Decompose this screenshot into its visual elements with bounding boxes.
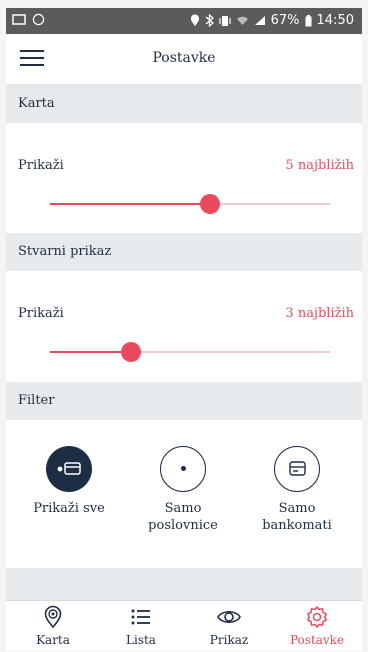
gear-icon (307, 606, 327, 628)
tab-lista[interactable]: Lista (106, 605, 176, 647)
battery-icon (305, 14, 312, 26)
app-bar: Postavke (6, 34, 362, 85)
battery-percent: 67% (270, 13, 300, 28)
tab-label: Postavke (289, 633, 345, 647)
branch-dot-icon (180, 466, 186, 471)
wifi-icon (236, 16, 248, 25)
tab-label: Prikaz (209, 633, 249, 647)
tab-prikaz[interactable]: Prikaz (194, 605, 264, 647)
card-selected-icon (57, 462, 81, 475)
signal-icon (254, 16, 265, 25)
location-icon (190, 14, 199, 26)
eye-icon (217, 610, 241, 624)
stvarni-show-label: Prikaži (18, 306, 64, 321)
slider-thumb[interactable] (121, 342, 142, 362)
filter-label-branches-only: Samo poslovnice (148, 501, 218, 533)
karta-show-label: Prikaži (18, 158, 64, 173)
stvarni-show-value: 3 najbližih (285, 306, 354, 321)
tab-label: Lista (126, 633, 156, 647)
slider-thumb[interactable] (199, 194, 220, 214)
bluetooth-icon (205, 14, 214, 27)
section-header-stvarni-prikaz: Stvarni prikaz (6, 233, 362, 271)
filter-radio[interactable] (274, 446, 320, 492)
section-header-filter: Filter (6, 382, 362, 420)
section-title: Filter (18, 393, 55, 408)
filter-label-show-all: Prikaži sve (33, 501, 105, 516)
map-pin-icon (44, 605, 62, 629)
status-bar: 67% 14:50 (6, 8, 362, 34)
atm-card-icon (288, 461, 306, 476)
filter-option-show-all[interactable]: Prikaži sve (14, 446, 124, 517)
app-frame: 67% 14:50 Postavke Karta Prikaži 5 najbl… (6, 8, 362, 650)
filter-option-branches-only[interactable]: Samo poslovnice (128, 446, 238, 534)
tab-karta[interactable]: Karta (18, 605, 88, 647)
filter-label-atms-only: Samo bankomati (262, 501, 332, 533)
screen-icon (12, 13, 26, 25)
filter-radio[interactable] (160, 446, 206, 492)
filter-radio-selected[interactable] (46, 446, 92, 492)
slider-fill (50, 351, 132, 353)
section-title: Karta (18, 96, 55, 111)
whatsapp-icon (32, 13, 45, 26)
clock: 14:50 (316, 13, 354, 28)
page-title: Postavke (152, 50, 216, 66)
tab-postavke[interactable]: Postavke (282, 605, 352, 647)
stvarni-count-slider[interactable] (50, 342, 330, 362)
section-title: Stvarni prikaz (18, 244, 112, 259)
list-icon (131, 609, 150, 625)
bottom-tab-bar: Karta Lista Prikaz Postavke (6, 600, 362, 650)
spacer-section (6, 568, 362, 600)
section-header-karta: Karta (6, 85, 362, 123)
filter-options: Prikaži sve Samo poslovnice Samo bankoma… (6, 446, 362, 566)
karta-count-slider[interactable] (50, 194, 330, 214)
slider-fill (50, 203, 210, 205)
karta-show-value: 5 najbližih (285, 158, 354, 173)
tab-label: Karta (36, 633, 70, 647)
vibrate-icon (219, 15, 231, 26)
filter-option-atms-only[interactable]: Samo bankomati (242, 446, 352, 534)
